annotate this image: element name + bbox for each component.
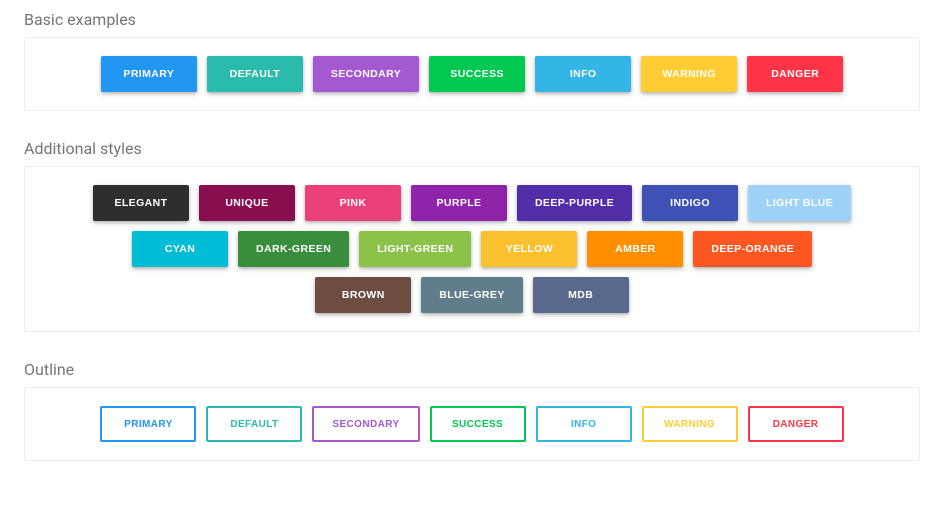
button-deep-orange[interactable]: DEEP-ORANGE [693,231,812,267]
button-primary[interactable]: PRIMARY [101,56,197,92]
button-dark-green[interactable]: DARK-GREEN [238,231,349,267]
outline-button-danger[interactable]: DANGER [748,406,844,442]
section-title-additional: Additional styles [24,139,920,158]
button-danger[interactable]: DANGER [747,56,843,92]
button-cyan[interactable]: CYAN [132,231,228,267]
button-amber[interactable]: AMBER [587,231,683,267]
outline-button-default[interactable]: DEFAULT [206,406,302,442]
button-light-green[interactable]: LIGHT-GREEN [359,231,471,267]
outline-button-secondary[interactable]: SECONDARY [312,406,419,442]
outline-button-warning[interactable]: WARNING [642,406,738,442]
button-success[interactable]: SUCCESS [429,56,525,92]
button-secondary[interactable]: SECONDARY [313,56,419,92]
button-info[interactable]: INFO [535,56,631,92]
outline-button-success[interactable]: SUCCESS [430,406,526,442]
button-blue-grey[interactable]: BLUE-GREY [421,277,522,313]
section-basic-examples: Basic examples PRIMARY DEFAULT SECONDARY SU… [24,10,920,111]
button-brown[interactable]: BROWN [315,277,411,313]
card-basic: PRIMARY DEFAULT SECONDARY SUCCESS INFO WARNIN… [24,37,920,111]
button-warning[interactable]: WARNING [641,56,737,92]
button-deep-purple[interactable]: DEEP-PURPLE [517,185,632,221]
section-title-basic: Basic examples [24,10,920,29]
section-outline: Outline PRIMARY DEFAULT SECONDARY SUCCESS IN… [24,360,920,461]
outline-button-primary[interactable]: PRIMARY [100,406,196,442]
card-additional: ELEGANT UNIQUE PINK PURPLE DEEP-PURPLE INDIGO… [24,166,920,332]
card-outline: PRIMARY DEFAULT SECONDARY SUCCESS INFO WARNIN… [24,387,920,461]
button-mdb[interactable]: MDB [533,277,629,313]
button-unique[interactable]: UNIQUE [199,185,295,221]
button-default[interactable]: DEFAULT [207,56,303,92]
button-indigo[interactable]: INDIGO [642,185,738,221]
section-additional-styles: Additional styles ELEGANT UNIQUE PINK PURPL… [24,139,920,332]
button-light-blue[interactable]: LIGHT BLUE [748,185,851,221]
button-elegant[interactable]: ELEGANT [93,185,189,221]
button-yellow[interactable]: YELLOW [481,231,577,267]
button-pink[interactable]: PINK [305,185,401,221]
section-title-outline: Outline [24,360,920,379]
button-purple[interactable]: PURPLE [411,185,507,221]
outline-button-info[interactable]: INFO [536,406,632,442]
